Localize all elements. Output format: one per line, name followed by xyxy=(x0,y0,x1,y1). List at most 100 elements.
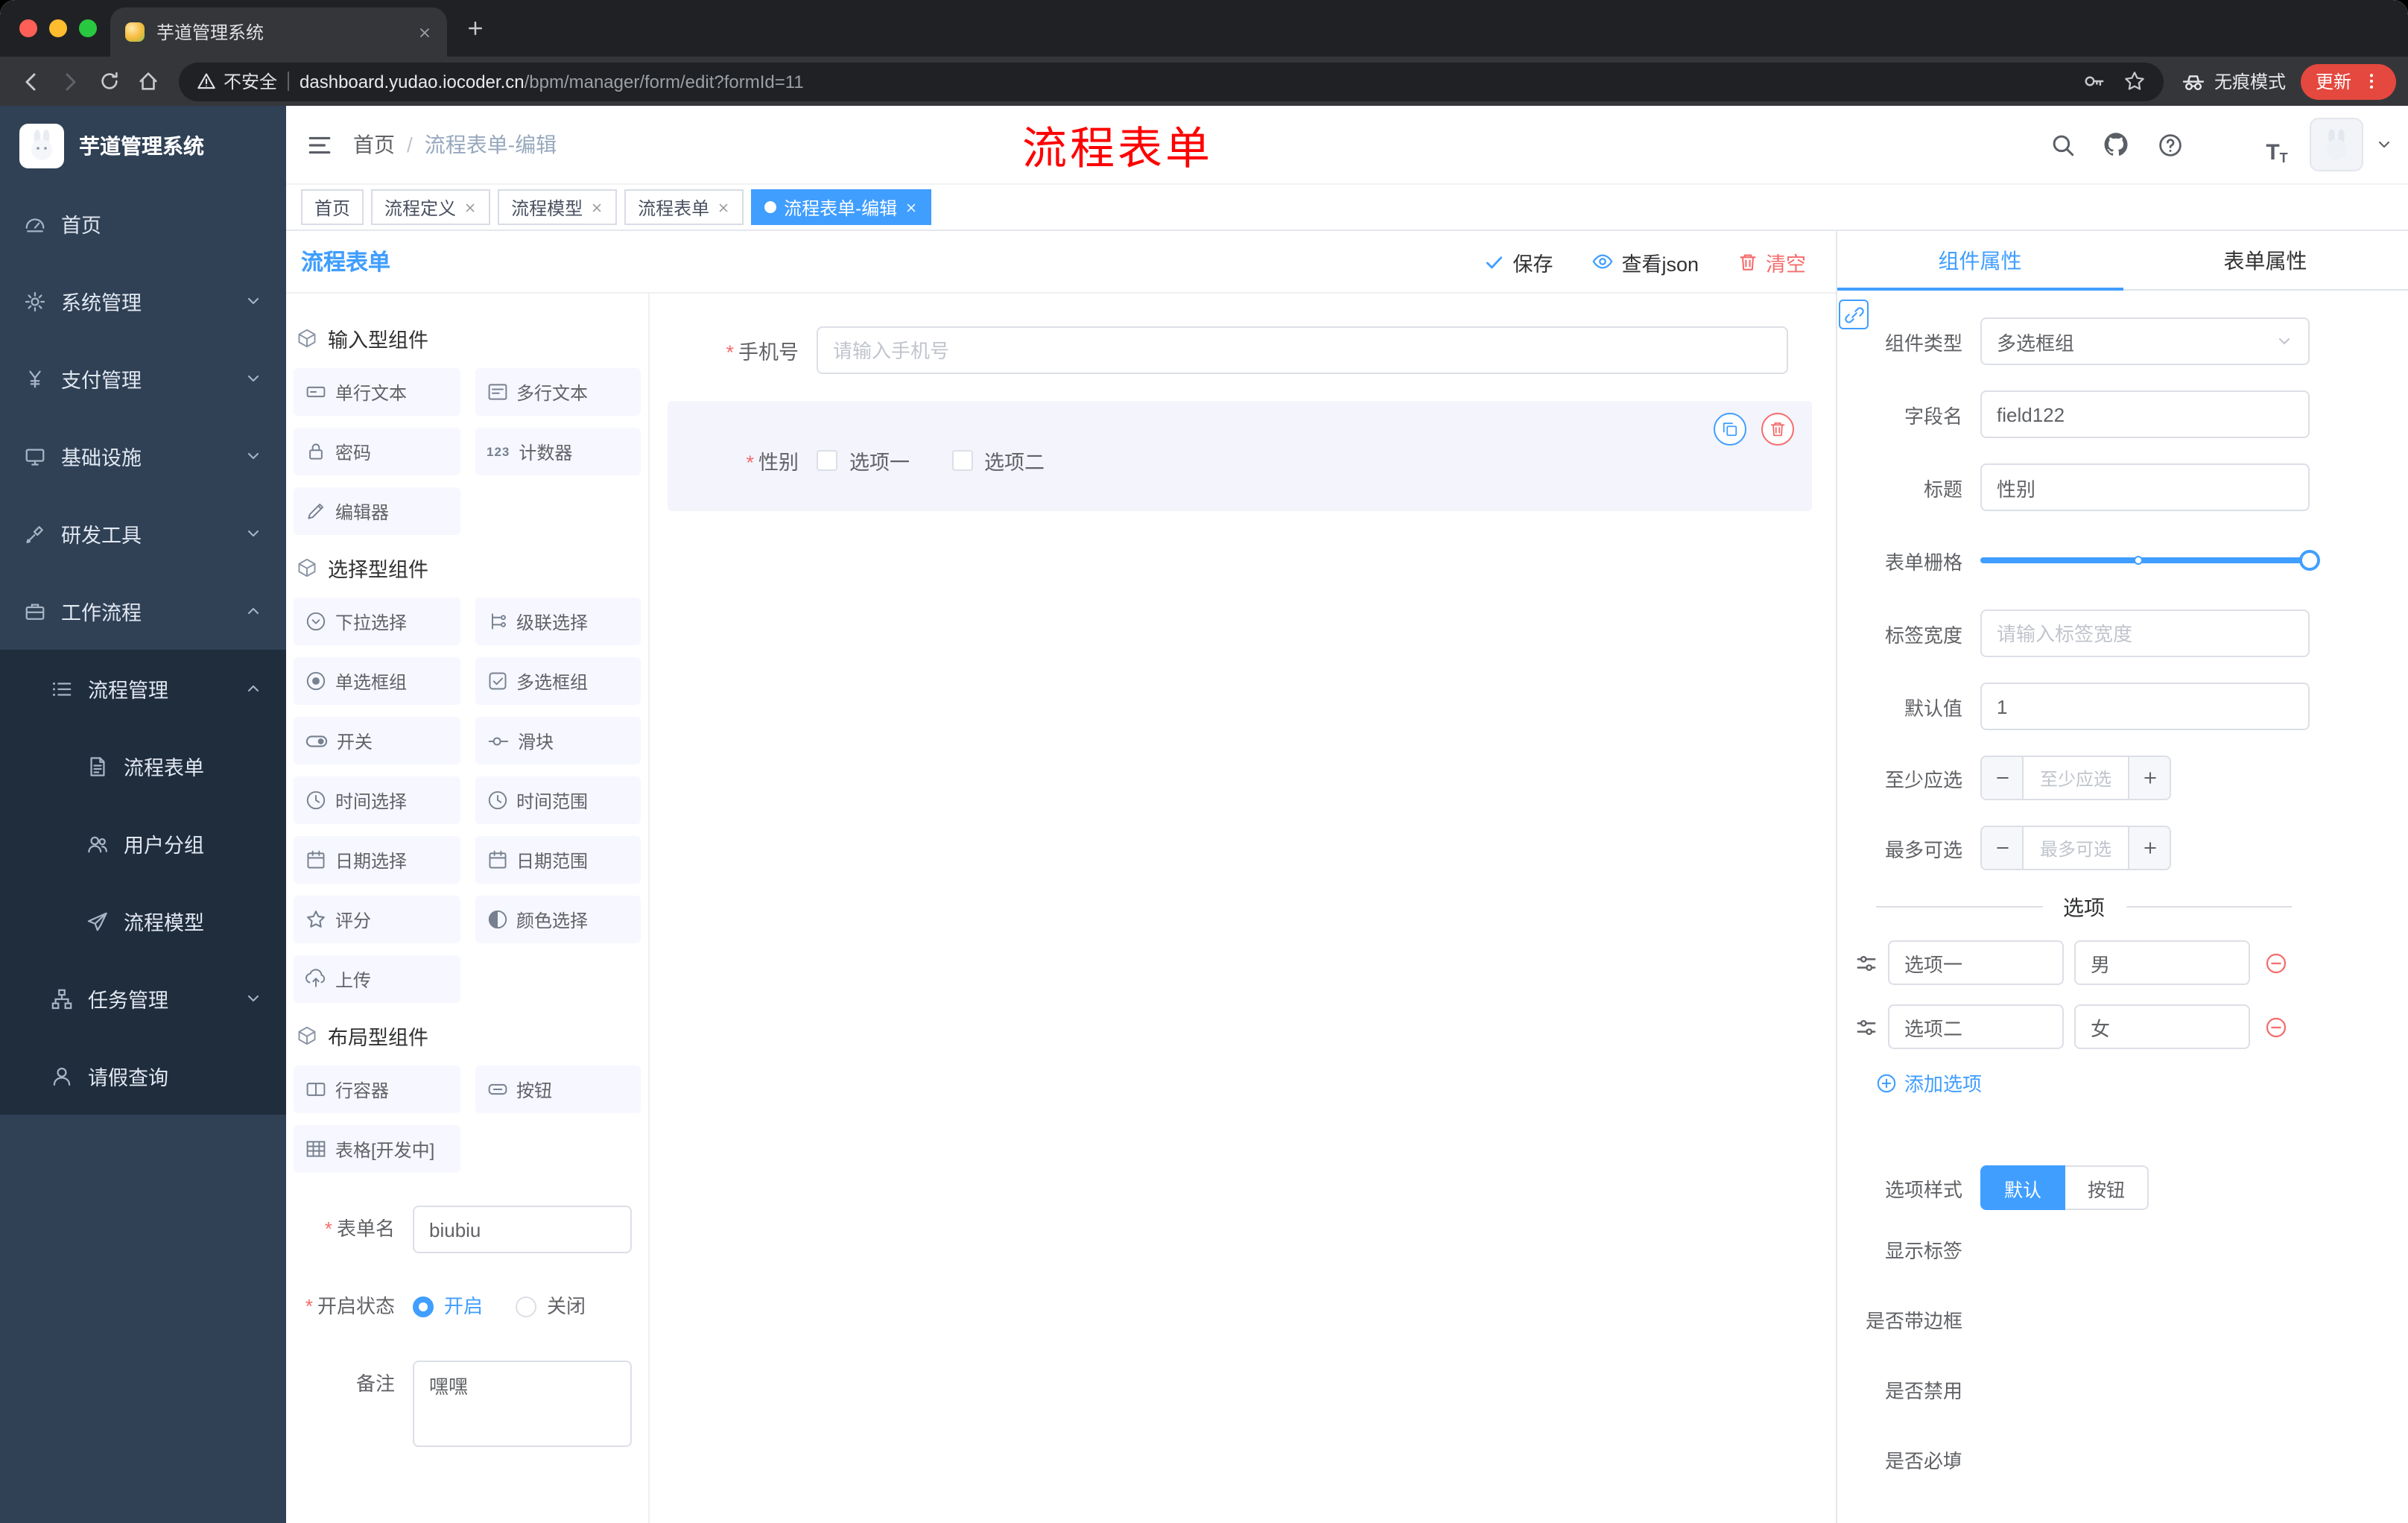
component-chip[interactable]: 表格[开发中] xyxy=(294,1125,460,1173)
min-select-placeholder[interactable]: 至少应选 xyxy=(2024,757,2128,799)
nav-tag[interactable]: 流程表单 xyxy=(624,189,744,225)
sidebar-item-process-management[interactable]: 流程管理 xyxy=(0,650,286,727)
field-name-input[interactable] xyxy=(1980,390,2310,438)
font-size-icon[interactable]: TT xyxy=(2256,124,2298,165)
nav-tag-active[interactable]: 流程表单-编辑 xyxy=(751,189,932,225)
checkbox-option-2[interactable]: 选项二 xyxy=(951,446,1045,475)
component-chip[interactable]: 上传 xyxy=(294,955,460,1003)
remark-textarea[interactable]: 嘿嘿 xyxy=(413,1361,632,1447)
breadcrumb-item-home[interactable]: 首页 xyxy=(353,130,395,159)
component-chip[interactable]: 时间选择 xyxy=(294,776,460,824)
sidebar-item-task-management[interactable]: 任务管理 xyxy=(0,960,286,1037)
caret-down-icon[interactable] xyxy=(2375,136,2393,153)
slider-track[interactable] xyxy=(1980,550,2320,571)
form-name-input[interactable] xyxy=(413,1206,632,1253)
tag-close-icon[interactable] xyxy=(717,200,730,214)
app-logo[interactable]: 芋道管理系统 xyxy=(0,106,286,185)
decrease-button[interactable] xyxy=(1982,827,2024,869)
fullscreen-icon[interactable] xyxy=(2202,124,2244,165)
add-option-button[interactable]: 添加选项 xyxy=(1876,1068,2408,1097)
bookmark-star-icon[interactable] xyxy=(2123,70,2146,92)
component-chip[interactable]: 日期范围 xyxy=(475,836,641,884)
option-style-default-button[interactable]: 默认 xyxy=(1980,1165,2066,1210)
nav-tag[interactable]: 首页 xyxy=(301,189,364,225)
component-chip[interactable]: 单行文本 xyxy=(294,368,460,416)
component-chip[interactable]: 密码 xyxy=(294,428,460,475)
security-warning[interactable]: 不安全 xyxy=(197,69,277,94)
component-chip[interactable]: 按钮 xyxy=(475,1066,641,1113)
component-chip[interactable]: 滑块 xyxy=(475,717,641,764)
increase-button[interactable] xyxy=(2128,827,2170,869)
drag-handle-icon[interactable] xyxy=(1855,952,1878,974)
nav-tag[interactable]: 流程模型 xyxy=(498,189,618,225)
component-chip[interactable]: 单选框组 xyxy=(294,657,460,705)
component-chip[interactable]: 级联选择 xyxy=(475,598,641,645)
option-label-input[interactable] xyxy=(1888,1004,2064,1049)
browser-tab[interactable]: 芋道管理系统 xyxy=(110,7,447,57)
tab-component-props[interactable]: 组件属性 xyxy=(1837,231,2123,291)
component-type-select[interactable]: 多选框组 xyxy=(1980,317,2310,365)
forward-button[interactable] xyxy=(51,62,89,101)
sidebar-item-user-group[interactable]: 用户分组 xyxy=(0,805,286,882)
home-button[interactable] xyxy=(128,62,167,101)
sidebar-item-devtools[interactable]: 研发工具 xyxy=(0,495,286,572)
tag-close-icon[interactable] xyxy=(590,200,603,214)
window-minimize-button[interactable] xyxy=(49,19,67,37)
status-radio-on[interactable]: 开启 xyxy=(413,1283,483,1331)
component-chip[interactable]: 下拉选择 xyxy=(294,598,460,645)
label-width-input[interactable] xyxy=(1980,609,2310,657)
canvas-field-gender-selected[interactable]: 性别 选项一 选项二 xyxy=(668,401,1812,511)
component-chip[interactable]: 评分 xyxy=(294,896,460,943)
sidebar-item-leave-query[interactable]: 请假查询 xyxy=(0,1037,286,1115)
tag-close-icon[interactable] xyxy=(463,200,477,214)
tab-close-icon[interactable] xyxy=(417,25,432,39)
github-icon[interactable] xyxy=(2095,124,2137,165)
status-radio-off[interactable]: 关闭 xyxy=(516,1283,586,1331)
sidebar-item-home[interactable]: 首页 xyxy=(0,185,286,262)
window-zoom-button[interactable] xyxy=(79,19,97,37)
address-bar[interactable]: 不安全 dashboard.yudao.iocoder.cn/bpm/manag… xyxy=(179,62,2164,101)
delete-field-button[interactable] xyxy=(1761,413,1794,446)
password-key-icon[interactable] xyxy=(2083,70,2106,92)
remove-option-button[interactable] xyxy=(2265,952,2287,974)
option-style-button-button[interactable]: 按钮 xyxy=(2065,1165,2149,1210)
reload-button[interactable] xyxy=(89,62,128,101)
search-icon[interactable] xyxy=(2041,124,2083,165)
decrease-button[interactable] xyxy=(1982,757,2024,799)
sidebar-item-process-form[interactable]: 流程表单 xyxy=(0,727,286,805)
component-chip[interactable]: 行容器 xyxy=(294,1066,460,1113)
component-chip[interactable]: 日期选择 xyxy=(294,836,460,884)
option-value-input[interactable] xyxy=(2074,940,2250,985)
remove-option-button[interactable] xyxy=(2265,1016,2287,1038)
max-select-placeholder[interactable]: 最多可选 xyxy=(2024,827,2128,869)
component-chip[interactable]: 编辑器 xyxy=(294,487,460,535)
avatar[interactable] xyxy=(2310,118,2363,171)
save-button[interactable]: 保存 xyxy=(1484,247,1553,276)
sidebar-item-payment[interactable]: 支付管理 xyxy=(0,340,286,417)
option-label-input[interactable] xyxy=(1888,940,2064,985)
tab-form-props[interactable]: 表单属性 xyxy=(2123,231,2408,289)
drag-handle-icon[interactable] xyxy=(1855,1016,1878,1038)
view-json-button[interactable]: 查看json xyxy=(1591,247,1699,276)
grid-slider[interactable] xyxy=(1980,536,2320,584)
clear-button[interactable]: 清空 xyxy=(1737,247,1806,276)
sidebar-item-infrastructure[interactable]: 基础设施 xyxy=(0,417,286,495)
component-chip[interactable]: 颜色选择 xyxy=(475,896,641,943)
title-input[interactable] xyxy=(1980,463,2310,511)
component-chip[interactable]: 多选框组 xyxy=(475,657,641,705)
component-chip[interactable]: 开关 xyxy=(294,717,460,764)
back-button[interactable] xyxy=(12,62,51,101)
component-chip[interactable]: 多行文本 xyxy=(475,368,641,416)
nav-tag[interactable]: 流程定义 xyxy=(371,189,491,225)
update-button[interactable]: 更新 xyxy=(2300,63,2396,99)
increase-button[interactable] xyxy=(2128,757,2170,799)
link-icon[interactable] xyxy=(1839,300,1869,329)
component-chip[interactable]: 时间范围 xyxy=(475,776,641,824)
window-close-button[interactable] xyxy=(19,19,37,37)
canvas-field-phone[interactable]: 手机号 xyxy=(668,311,1812,389)
sidebar-item-process-model[interactable]: 流程模型 xyxy=(0,882,286,960)
copy-field-button[interactable] xyxy=(1714,413,1746,446)
component-chip[interactable]: 123 计数器 xyxy=(475,428,641,475)
tag-close-icon[interactable] xyxy=(904,200,918,214)
help-icon[interactable] xyxy=(2149,124,2190,165)
